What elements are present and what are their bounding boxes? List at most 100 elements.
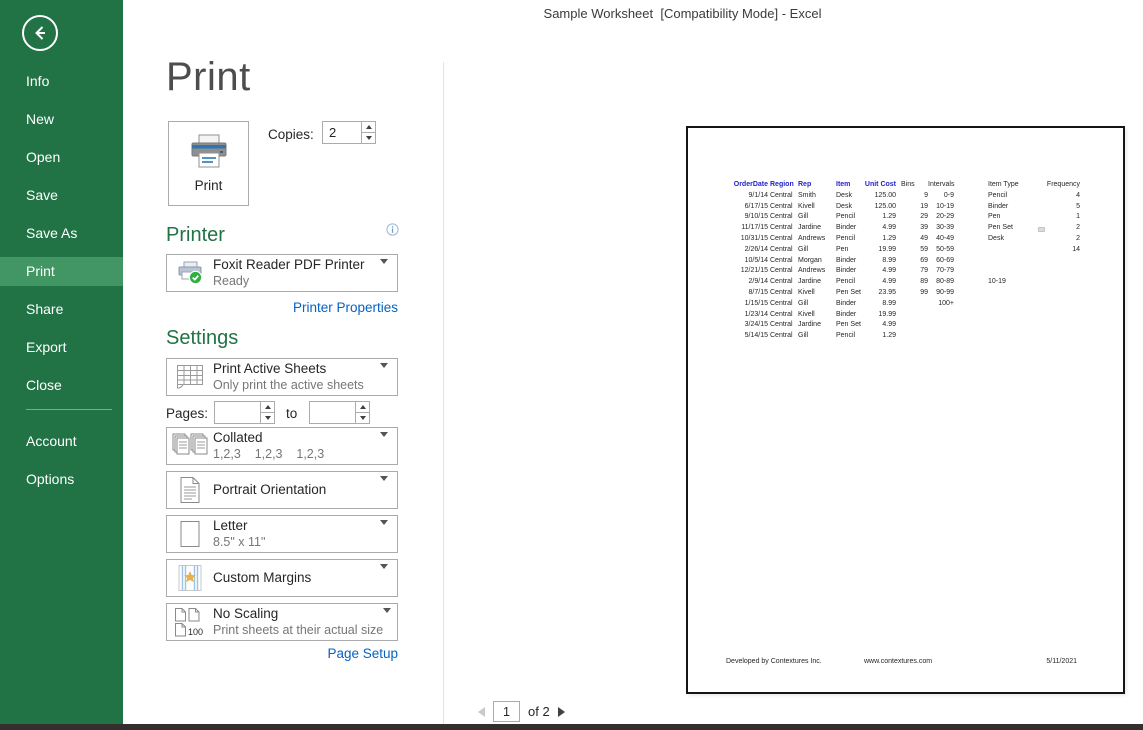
- sheet-cell: 6/17/15: [726, 202, 768, 213]
- print-area-dropdown[interactable]: Print Active Sheets Only print the activ…: [166, 358, 398, 396]
- printer-icon: [188, 134, 230, 172]
- sheet-cell: 9/1/14: [726, 191, 768, 202]
- sheet-cell: [986, 299, 1044, 310]
- sheet-cell: [928, 310, 954, 321]
- scaling-dropdown[interactable]: 100 No Scaling Print sheets at their act…: [166, 603, 398, 641]
- pages-from-decrement-button[interactable]: [261, 413, 274, 423]
- margins-label: Custom Margins: [213, 570, 311, 587]
- sheet-cell: Desk: [834, 191, 864, 202]
- sidebar-item-info[interactable]: Info: [0, 67, 123, 96]
- sheet-cell: Smith: [796, 191, 834, 202]
- sheet-cell: [896, 310, 928, 321]
- back-button[interactable]: [22, 15, 58, 51]
- sheet-cell: 1.29: [864, 212, 896, 223]
- printer-dropdown[interactable]: Foxit Reader PDF Printer Ready: [166, 254, 398, 292]
- pages-to-input[interactable]: [310, 402, 355, 423]
- sheet-header-cell: Intervals: [928, 180, 954, 191]
- print-button[interactable]: Print: [168, 121, 249, 206]
- paper-size-dropdown[interactable]: Letter 8.5" x 11": [166, 515, 398, 553]
- sheet-cell: [986, 256, 1044, 267]
- print-button-label: Print: [195, 178, 223, 193]
- sheet-cell: Central: [768, 288, 796, 299]
- sheet-cell: 125.00: [864, 191, 896, 202]
- sheet-cell: 4: [1044, 191, 1080, 202]
- chevron-down-icon: [380, 481, 397, 499]
- sheet-cell: [986, 310, 1044, 321]
- sheet-header-cell: Region: [768, 180, 796, 191]
- sheet-cell: Binder: [834, 256, 864, 267]
- sheet-cell: [1044, 288, 1080, 299]
- sidebar-item-save-as[interactable]: Save As: [0, 219, 123, 248]
- previous-page-button[interactable]: [478, 707, 485, 717]
- sheet-cell: 10-19: [928, 202, 954, 213]
- sheet-cell: [954, 288, 986, 299]
- sheet-footer-right: 5/11/2021: [1046, 658, 1077, 665]
- sheet-cell: 60-69: [928, 256, 954, 267]
- sidebar-item-export[interactable]: Export: [0, 333, 123, 362]
- orientation-label: Portrait Orientation: [213, 482, 326, 499]
- sheet-cell: 8.99: [864, 299, 896, 310]
- sheet-table: OrderDateRegionRepItemUnit CostBinsInter…: [726, 180, 1080, 342]
- sheet-cell: 4.99: [864, 223, 896, 234]
- sheet-cell: 1.29: [864, 331, 896, 342]
- sheet-cell: 8.99: [864, 256, 896, 267]
- collation-dropdown[interactable]: Collated 1,2,3 1,2,3 1,2,3: [166, 427, 398, 465]
- sidebar-item-share[interactable]: Share: [0, 295, 123, 324]
- sheet-cell: Binder: [834, 266, 864, 277]
- sidebar-item-options[interactable]: Options: [0, 465, 123, 494]
- sidebar-item-print[interactable]: Print: [0, 257, 123, 286]
- pages-to-increment-button[interactable]: [356, 402, 369, 413]
- sheet-cell: [954, 245, 986, 256]
- sidebar-item-save[interactable]: Save: [0, 181, 123, 210]
- sidebar-nav: Info New Open Save Save As Print Share Export Cl…: [0, 67, 123, 503]
- sheet-cell: [986, 288, 1044, 299]
- sheet-cell: 30-39: [928, 223, 954, 234]
- sheet-cell: [896, 299, 928, 310]
- sheet-cell: Morgan: [796, 256, 834, 267]
- sidebar-item-open[interactable]: Open: [0, 143, 123, 172]
- copies-input[interactable]: [323, 122, 361, 143]
- sheet-cell: 23.95: [864, 288, 896, 299]
- sheet-cell: 40-49: [928, 234, 954, 245]
- collation-label: Collated: [213, 430, 324, 447]
- sheet-cell: Central: [768, 331, 796, 342]
- paper-size-sublabel: 8.5" x 11": [213, 535, 265, 551]
- page-setup-link[interactable]: Page Setup: [166, 646, 398, 661]
- sheet-header-cell: Item Type: [986, 180, 1044, 191]
- sheet-cell: Central: [768, 245, 796, 256]
- sheet-cell: 2: [1044, 234, 1080, 245]
- sidebar-item-new[interactable]: New: [0, 105, 123, 134]
- sheet-cell: [954, 266, 986, 277]
- sheet-cell: Andrews: [796, 266, 834, 277]
- pages-from-input[interactable]: [215, 402, 260, 423]
- chevron-down-icon: [380, 569, 397, 587]
- print-preview-page: OrderDateRegionRepItemUnit CostBinsInter…: [686, 126, 1125, 694]
- copies-decrement-button[interactable]: [362, 133, 375, 143]
- orientation-dropdown[interactable]: Portrait Orientation: [166, 471, 398, 509]
- sidebar-item-account[interactable]: Account: [0, 427, 123, 456]
- sheet-cell: [1044, 256, 1080, 267]
- print-area-label: Print Active Sheets: [213, 361, 364, 378]
- collation-sublabel: 1,2,3 1,2,3 1,2,3: [213, 447, 324, 463]
- sidebar-item-close[interactable]: Close: [0, 371, 123, 400]
- pages-from-increment-button[interactable]: [261, 402, 274, 413]
- info-icon[interactable]: [386, 223, 399, 241]
- sheet-cell: Binder: [834, 310, 864, 321]
- next-page-button[interactable]: [558, 707, 565, 717]
- sheet-cell: Pencil: [834, 331, 864, 342]
- printer-properties-link[interactable]: Printer Properties: [166, 300, 398, 315]
- sheet-cell: Binder: [834, 223, 864, 234]
- copies-increment-button[interactable]: [362, 122, 375, 133]
- sheet-cell: [986, 331, 1044, 342]
- sheet-cell: 19.99: [864, 310, 896, 321]
- excel-backstage-print: Sample Worksheet [Compatibility Mode] - …: [0, 0, 1143, 730]
- sheet-cell: [954, 310, 986, 321]
- sheet-cell: Jardine: [796, 320, 834, 331]
- sheet-cell: Kivell: [796, 310, 834, 321]
- pages-to-decrement-button[interactable]: [356, 413, 369, 423]
- pages-label: Pages:: [166, 406, 208, 421]
- sheet-cell: Central: [768, 310, 796, 321]
- page-number-input[interactable]: [494, 702, 519, 721]
- margins-dropdown[interactable]: Custom Margins: [166, 559, 398, 597]
- sheet-cell: 79: [896, 266, 928, 277]
